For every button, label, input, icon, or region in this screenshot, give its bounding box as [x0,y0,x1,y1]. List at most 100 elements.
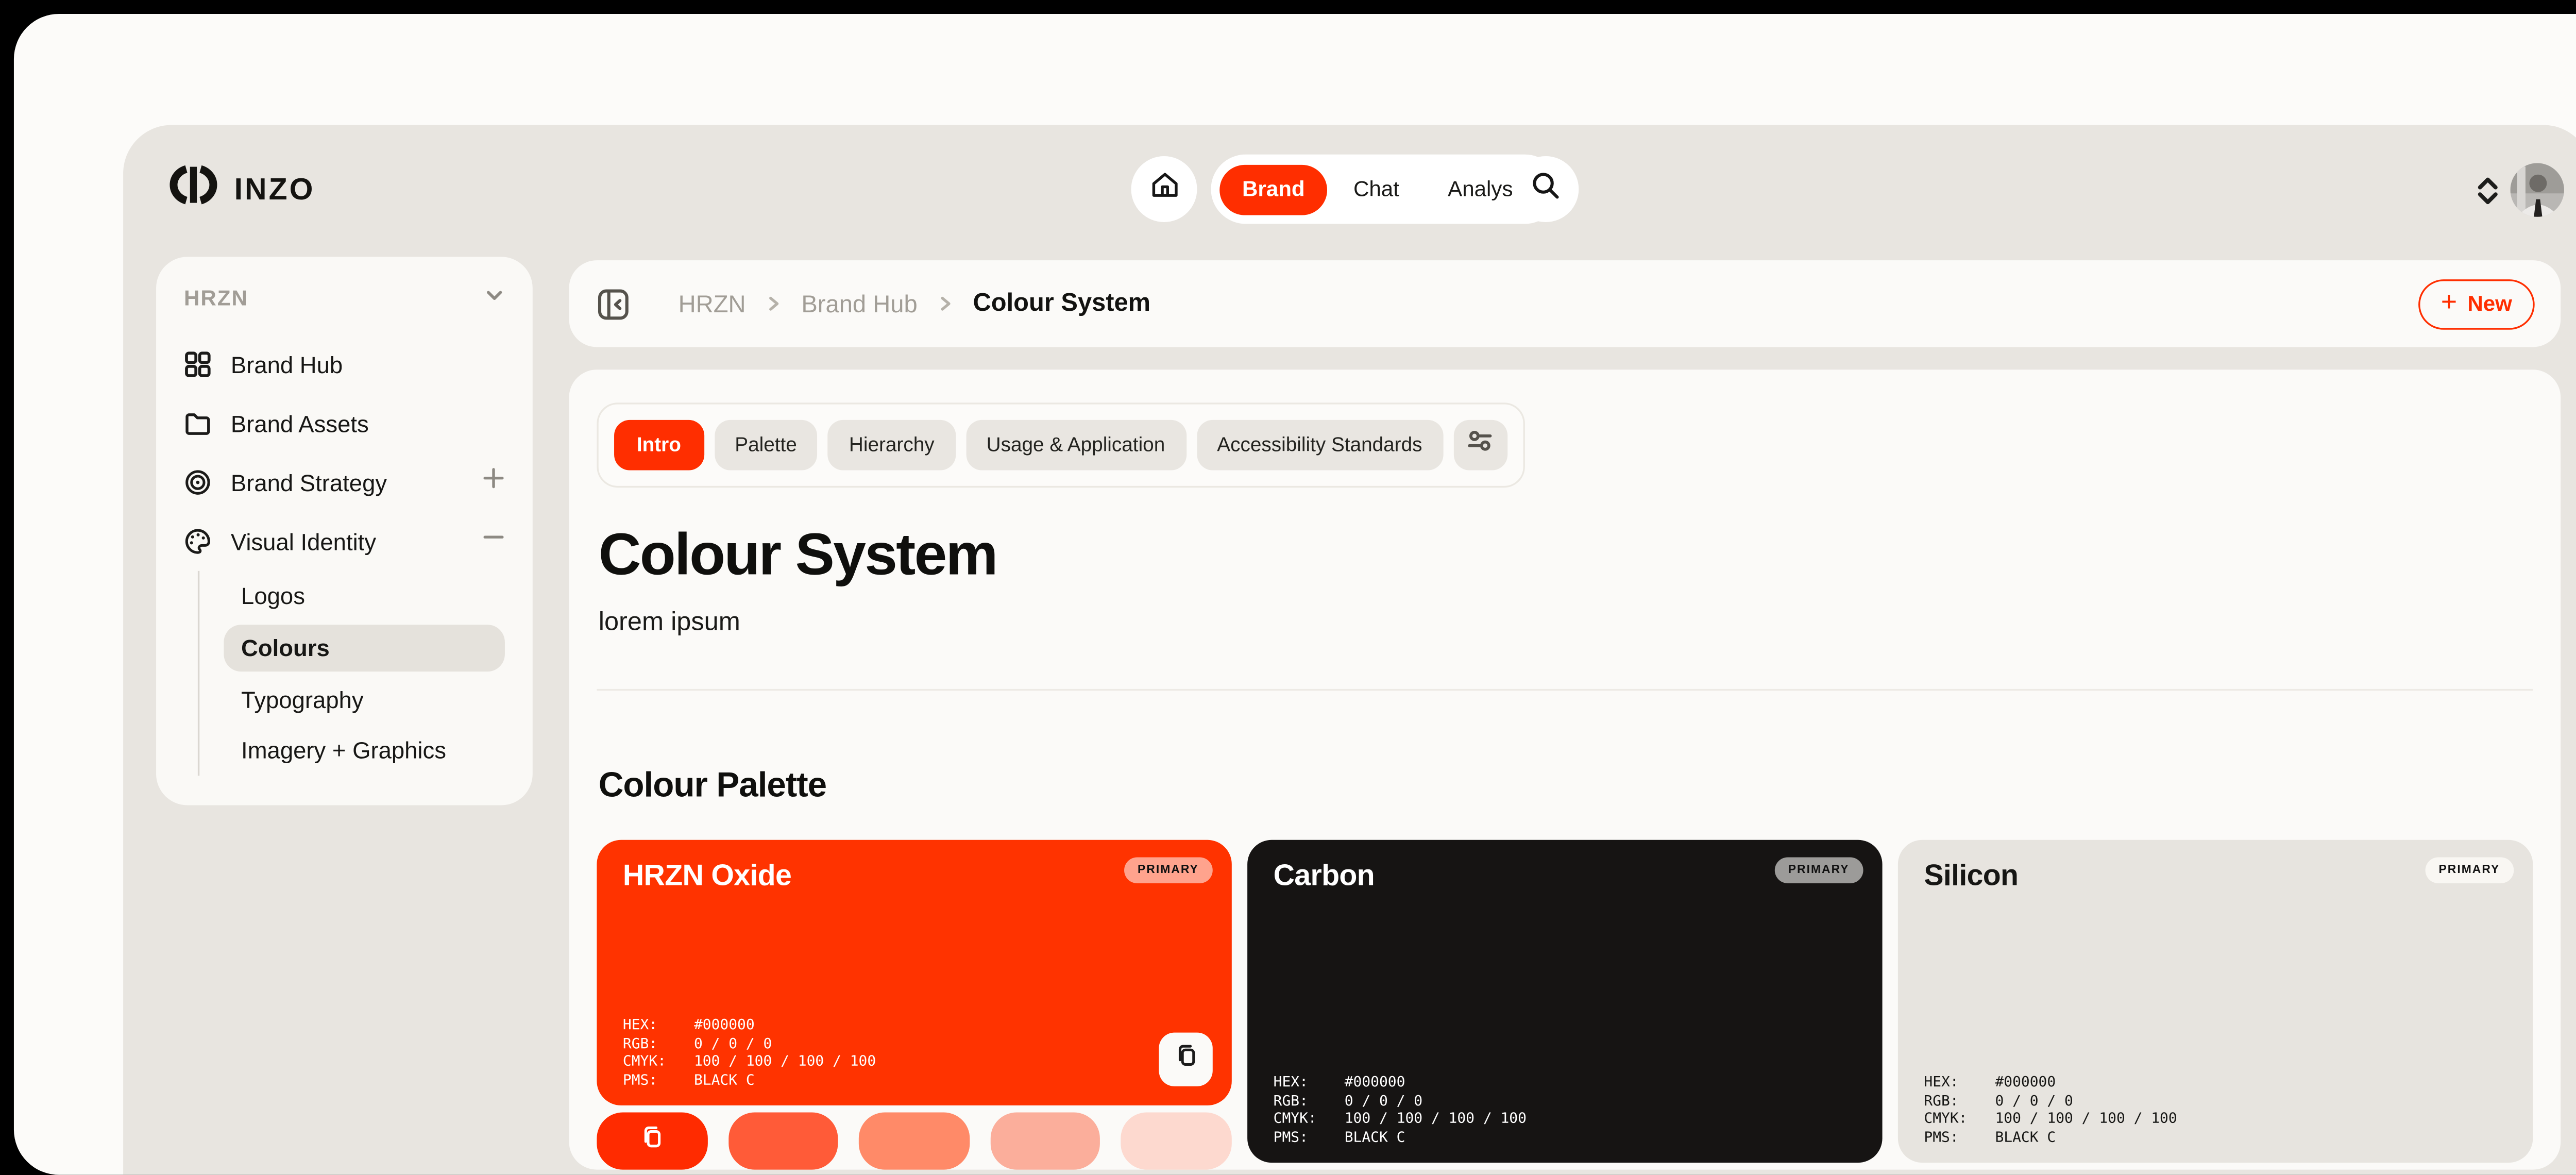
spec-label: CMYK: [1924,1109,1995,1127]
breadcrumb: HRZN Brand Hub Colour System [679,290,1150,317]
chevron-down-icon [484,283,504,314]
new-button-label: New [2467,292,2512,316]
copy-icon [1174,1043,1198,1076]
sidebar-nav: Brand Hub Brand Assets [184,335,505,776]
sidebar: HRZN Brand Hub [156,257,533,805]
main-panel: Intro Palette Hierarchy Usage & Applicat… [569,370,2561,1169]
primary-badge: PRIMARY [1774,857,1863,883]
spec-label: HEX: [623,1016,694,1034]
tint-swatch-80[interactable] [728,1112,838,1169]
spec-value: 100 / 100 / 100 / 100 [1995,1109,2177,1127]
tint-swatch-20[interactable] [1122,1112,1232,1169]
colour-specs: HEX:#000000 RGB:0 / 0 / 0 CMYK:100 / 100… [623,1016,876,1088]
spec-value: 0 / 0 / 0 [1995,1091,2177,1109]
new-button[interactable]: + New [2418,278,2535,329]
tab-accessibility-standards[interactable]: Accessibility Standards [1196,420,1443,471]
spec-value: #000000 [694,1016,876,1034]
spec-value: 100 / 100 / 100 / 100 [1345,1109,1527,1127]
search-icon [1530,169,1562,209]
tab-hierarchy[interactable]: Hierarchy [828,420,955,471]
tint-swatch-100[interactable] [597,1112,707,1169]
colour-specs: HEX:#000000 RGB:0 / 0 / 0 CMYK:100 / 100… [1924,1073,2177,1145]
colour-cards-row: HRZN Oxide PRIMARY HEX:#000000 RGB:0 / 0… [597,840,2533,1170]
home-icon [1148,169,1181,210]
workspace-header[interactable]: HRZN [184,283,505,314]
nav-item-chat[interactable]: Chat [1331,164,1421,214]
sidebar-item-label: Brand Hub [231,351,343,378]
colour-card-column: Carbon PRIMARY HEX:#000000 RGB:0 / 0 / 0… [1247,840,1882,1170]
spec-label: HEX: [1924,1073,1995,1091]
plus-icon[interactable] [482,467,505,498]
user-avatar[interactable] [2511,163,2564,217]
tab-palette[interactable]: Palette [714,420,818,471]
sidebar-item-brand-assets[interactable]: Brand Assets [184,394,505,452]
spec-label: RGB: [623,1034,694,1052]
page-title: Colour System [599,526,2533,584]
palette-icon [184,528,212,556]
divider [597,689,2533,691]
workspace-switcher-icon[interactable] [2476,175,2500,215]
section-heading: Colour Palette [599,767,2533,807]
inzo-logo-icon [165,163,222,215]
primary-badge: PRIMARY [1124,857,1213,883]
target-icon [184,468,212,496]
visual-identity-sublist: Logos Colours Typography Imagery + Graph… [198,571,505,776]
colour-card-silicon[interactable]: Silicon PRIMARY HEX:#000000 RGB:0 / 0 / … [1898,840,2533,1163]
colour-card-carbon[interactable]: Carbon PRIMARY HEX:#000000 RGB:0 / 0 / 0… [1247,840,1882,1163]
breadcrumb-root[interactable]: HRZN [679,290,746,317]
primary-badge: PRIMARY [2425,857,2514,883]
copy-colour-button[interactable] [1159,1033,1212,1086]
colour-card-title: HRZN Oxide [623,859,1206,894]
spec-label: CMYK: [623,1052,694,1070]
sidebar-item-label: Brand Strategy [231,469,387,496]
section-tabs: Intro Palette Hierarchy Usage & Applicat… [597,402,1524,488]
screenshot-stage: INZO Brand Chat Analysis [0,0,2576,1175]
sidebar-item-brand-hub[interactable]: Brand Hub [184,335,505,394]
sliders-icon [1468,429,1493,462]
spec-value: 0 / 0 / 0 [1345,1091,1527,1109]
tab-intro[interactable]: Intro [614,420,704,471]
spec-value: BLACK C [1995,1127,2177,1145]
spec-label: PMS: [1274,1127,1345,1145]
sidebar-item-brand-strategy[interactable]: Brand Strategy [184,453,505,512]
app-logo[interactable]: INZO [165,163,315,215]
spec-value: #000000 [1345,1073,1527,1091]
search-button[interactable] [1513,156,1579,222]
sidebar-subitem-colours[interactable]: Colours [224,625,505,672]
colour-card-column: Silicon PRIMARY HEX:#000000 RGB:0 / 0 / … [1898,840,2533,1170]
plus-icon: + [2441,289,2457,317]
spec-value: 0 / 0 / 0 [694,1034,876,1052]
minus-icon[interactable] [482,526,505,557]
primary-nav: Brand Chat Analysis [1211,155,1560,224]
colour-card-title: Carbon [1274,859,1856,894]
colour-specs: HEX:#000000 RGB:0 / 0 / 0 CMYK:100 / 100… [1274,1073,1527,1145]
breadcrumb-current: Colour System [973,290,1151,317]
nav-item-brand[interactable]: Brand [1219,164,1327,214]
grid-icon [184,350,212,378]
folder-icon [184,410,212,438]
tint-swatch-40[interactable] [990,1112,1100,1169]
spec-label: RGB: [1924,1091,1995,1109]
spec-label: PMS: [623,1070,694,1088]
sidebar-subitem-typography[interactable]: Typography [199,675,505,726]
sidebar-item-visual-identity[interactable]: Visual Identity [184,512,505,570]
tint-swatch-60[interactable] [859,1112,969,1169]
home-button[interactable] [1131,156,1197,222]
sidebar-subitem-imagery-graphics[interactable]: Imagery + Graphics [199,726,505,776]
tab-usage-application[interactable]: Usage & Application [965,420,1185,471]
spec-label: HEX: [1274,1073,1345,1091]
breadcrumb-bar: HRZN Brand Hub Colour System + New [569,260,2561,347]
copy-icon [640,1124,664,1157]
collapse-sidebar-icon[interactable] [595,286,632,322]
tab-settings-button[interactable] [1453,420,1507,471]
spec-label: PMS: [1924,1127,1995,1145]
breadcrumb-section[interactable]: Brand Hub [801,290,917,317]
workspace-label: HRZN [184,287,248,311]
chevron-right-icon [937,295,954,312]
spec-value: #000000 [1995,1073,2177,1091]
spec-value: 100 / 100 / 100 / 100 [694,1052,876,1070]
page-subtitle: lorem ipsum [599,606,2533,639]
sidebar-subitem-logos[interactable]: Logos [199,571,505,622]
spec-label: RGB: [1274,1091,1345,1109]
colour-card-hrzn-oxide[interactable]: HRZN Oxide PRIMARY HEX:#000000 RGB:0 / 0… [597,840,1231,1105]
